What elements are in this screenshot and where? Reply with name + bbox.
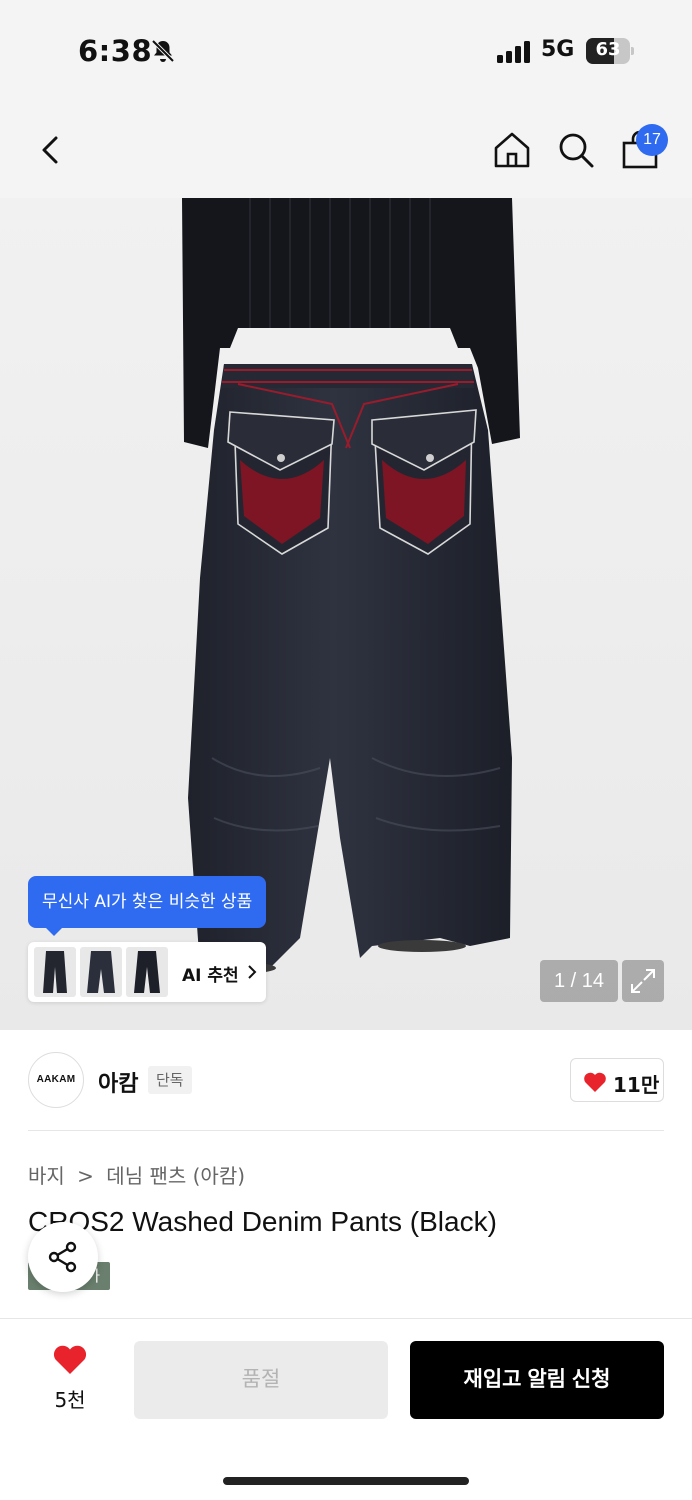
wishlist-button[interactable]: 5천 bbox=[40, 1344, 100, 1414]
ai-recommend-card[interactable]: AI 추천 bbox=[28, 942, 266, 1002]
image-counter: 1 / 14 bbox=[540, 960, 618, 1002]
ai-recommend-label: AI 추천 bbox=[182, 966, 239, 986]
top-nav bbox=[0, 100, 692, 198]
exclusive-tag: 단독 bbox=[148, 1066, 192, 1094]
share-icon bbox=[48, 1241, 77, 1273]
wishlist-count: 5천 bbox=[54, 1388, 86, 1412]
share-button[interactable] bbox=[28, 1222, 98, 1292]
home-icon[interactable] bbox=[492, 130, 532, 170]
search-icon[interactable] bbox=[556, 130, 596, 170]
ai-thumb[interactable] bbox=[126, 947, 168, 997]
status-time: 6:38 bbox=[78, 34, 153, 68]
brand-logo[interactable]: AAKAM bbox=[28, 1052, 84, 1108]
chevron-right-icon: > bbox=[77, 1164, 94, 1188]
restock-alert-button[interactable]: 재입고 알림 신청 bbox=[410, 1341, 664, 1419]
signal-icon bbox=[497, 41, 530, 63]
heart-icon bbox=[584, 1072, 606, 1092]
brand-like-count: 11만 bbox=[613, 1073, 660, 1097]
battery-icon: 63 bbox=[586, 38, 634, 64]
breadcrumb-item[interactable]: 바지 bbox=[28, 1164, 65, 1188]
ai-tooltip: 무신사 AI가 찾은 비슷한 상품 bbox=[28, 876, 267, 936]
ai-thumb[interactable] bbox=[34, 947, 76, 997]
cart-count-badge: 17 bbox=[636, 124, 668, 156]
back-arrow-icon[interactable] bbox=[34, 130, 66, 170]
bell-muted-icon bbox=[151, 39, 175, 63]
chevron-right-icon bbox=[248, 965, 257, 979]
ai-thumb[interactable] bbox=[80, 947, 122, 997]
brand-name[interactable]: 아캄 bbox=[98, 1066, 138, 1098]
network-type: 5G bbox=[541, 37, 575, 62]
breadcrumb: 바지 > 데님 팬츠 (아캄) bbox=[28, 1160, 245, 1189]
heart-icon bbox=[53, 1345, 87, 1374]
expand-icon bbox=[631, 969, 655, 993]
breadcrumb-item[interactable]: 데님 팬츠 (아캄) bbox=[106, 1164, 245, 1188]
expand-button[interactable] bbox=[622, 960, 664, 1002]
battery-level: 63 bbox=[595, 39, 621, 60]
home-indicator bbox=[223, 1477, 469, 1485]
status-bar: 6:38 5G 63 bbox=[0, 0, 692, 100]
sold-out-button[interactable]: 품절 bbox=[134, 1341, 388, 1419]
divider bbox=[28, 1130, 664, 1131]
brand-like-button[interactable]: 11만 bbox=[570, 1058, 664, 1102]
product-title: CROS2 Washed Denim Pants (Black) bbox=[28, 1206, 497, 1237]
